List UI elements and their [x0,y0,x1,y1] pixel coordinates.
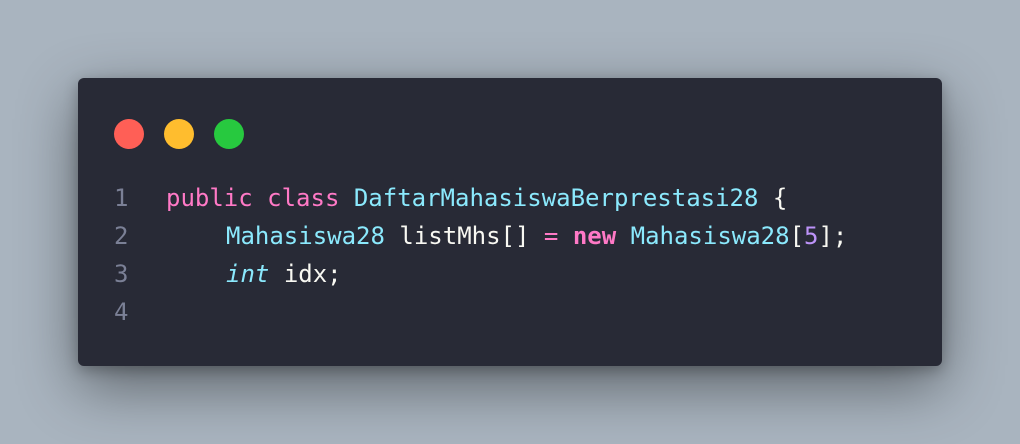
line-number: 1 [114,184,129,212]
close-dot-icon[interactable] [114,119,144,149]
line-number: 4 [114,298,129,326]
class-name: DaftarMahasiswaBerprestasi28 [353,184,759,212]
open-brace: { [772,184,788,212]
code-line: 3 int idx; [78,255,942,293]
primitive-type: int [226,260,270,288]
type-name: Mahasiswa28 [226,222,385,250]
code-block: 1 public class DaftarMahasiswaBerprestas… [78,179,942,331]
variable-name: idx; [283,260,342,288]
constructor-name: Mahasiswa28 [630,222,790,250]
code-line: 2 Mahasiswa28 listMhs[] = new Mahasiswa2… [78,217,942,255]
variable-name: listMhs[] [399,222,530,250]
array-size: 5 [804,222,819,250]
line-number: 2 [114,222,129,250]
code-text: Mahasiswa28 listMhs[] = new Mahasiswa28[… [166,217,847,255]
keyword-new: new [572,222,617,250]
assign-operator: = [543,222,559,250]
code-text: int idx; [166,255,342,293]
code-text: public class DaftarMahasiswaBerprestasi2… [166,179,787,217]
window-controls [114,119,244,149]
keyword-class: class [267,184,340,212]
minimize-dot-icon[interactable] [164,119,194,149]
close-bracket: ]; [818,222,848,250]
code-line: 1 public class DaftarMahasiswaBerprestas… [78,179,942,217]
maximize-dot-icon[interactable] [214,119,244,149]
keyword-public: public [166,184,253,212]
code-line: 4 [78,293,942,331]
line-number: 3 [114,260,129,288]
open-bracket: [ [789,222,805,250]
code-window: 1 public class DaftarMahasiswaBerprestas… [78,78,942,366]
